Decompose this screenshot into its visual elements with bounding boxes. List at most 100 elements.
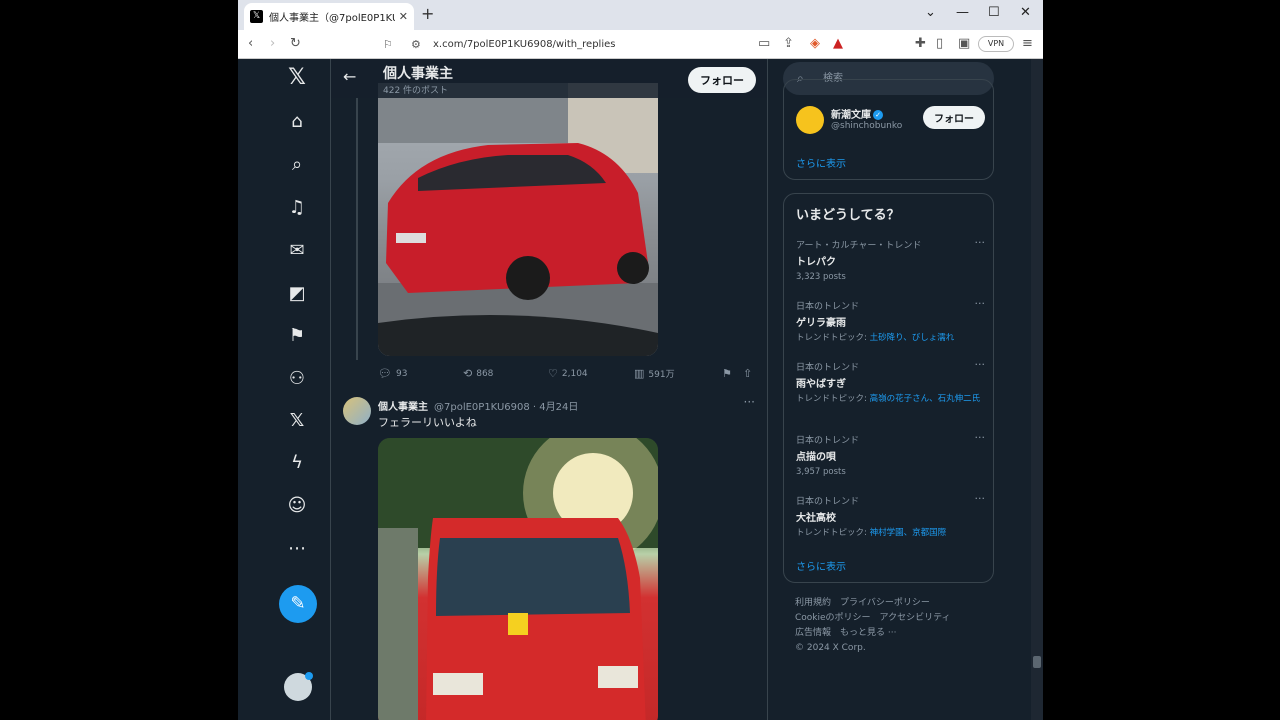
maximize-icon[interactable]: ☐ [988,5,1000,20]
trend-category: 日本のトレンド [796,302,860,312]
minimize-icon[interactable]: — [956,5,969,20]
views-chart-icon: ▥ [634,367,645,380]
search-icon[interactable]: ⌕ [286,154,308,176]
close-tab-icon[interactable]: ✕ [399,10,408,23]
cast-icon[interactable]: ▭ [758,36,770,51]
scrollbar-thumb[interactable] [1033,656,1041,668]
red-van-illustration [378,438,658,720]
communities-icon[interactable]: ⚇ [286,368,308,390]
extensions-icon[interactable]: ✚ [915,36,926,51]
post-count: 422 件のポスト [383,86,449,96]
trend-meta: トレンドトピック: 土砂降り、びしょ濡れ [796,332,985,344]
tweet-image-red-van[interactable] [378,438,658,720]
page-title: 個人事業主 [383,66,453,82]
trend-meta-label: トレンドトピック: [796,333,870,343]
who-to-follow-card: 新潮文庫 ✓ @shinchobunko フォロー さらに表示 [783,79,994,180]
show-more-link[interactable]: さらに表示 [796,155,846,170]
x-logo-icon[interactable]: 𝕏 [286,67,308,89]
avatar[interactable] [343,397,371,425]
browser-window: 𝕏 個人事業主（@7polE0P1KU69( ✕ + ⌄ — ☐ ✕ ‹ › ↻… [238,0,1043,720]
footer-line[interactable]: 利用規約 プライバシーポリシー [795,596,951,611]
trend-item[interactable]: 日本のトレンド ゲリラ豪雨 トレンドトピック: 土砂降り、びしょ濡れ ··· [796,297,986,344]
avatar[interactable] [284,672,313,701]
brave-shield-icon[interactable]: ◈ [810,36,820,51]
profile-icon[interactable]: ☺ [286,495,308,517]
trend-meta-label: トレンドトピック: [796,528,870,538]
bookmark-star-icon[interactable]: ⚐ [383,35,393,55]
trend-more-icon[interactable]: ··· [975,492,986,505]
tweet-image-red-suv[interactable] [378,83,658,356]
trend-more-icon[interactable]: ··· [975,431,986,444]
notification-dot [305,672,313,680]
trend-item[interactable]: アート・カルチャー・トレンド トレパク 3,323 posts ··· [796,236,986,283]
forward-nav-icon[interactable]: › [270,36,275,51]
tweet-author-name[interactable]: 個人事業主 [378,398,428,413]
avatar[interactable] [796,106,824,134]
browser-tab[interactable]: 𝕏 個人事業主（@7polE0P1KU69( ✕ [244,3,414,30]
mail-icon[interactable]: ✉ [286,240,308,262]
reload-icon[interactable]: ↻ [290,36,301,51]
trend-item[interactable]: 日本のトレンド 大社高校 トレンドトピック: 神村学園、京都国際 ··· [796,492,986,539]
trend-meta: 3,323 posts [796,272,846,282]
trend-more-icon[interactable]: ··· [975,236,986,249]
follow-button[interactable]: フォロー [923,106,985,129]
trend-more-icon[interactable]: ··· [975,358,986,371]
follow-button[interactable]: フォロー [688,67,756,93]
back-arrow-icon[interactable]: ← [343,67,356,86]
tweet-author-handle[interactable]: @7polE0P1KU6908 · 4月24日 [434,398,578,413]
trend-topics[interactable]: 神村学園、京都国際 [870,528,947,538]
trend-more-icon[interactable]: ··· [975,297,986,310]
share-tweet-button[interactable]: ⇧ [743,367,752,380]
more-options-icon[interactable]: ··· [744,395,755,409]
trend-item[interactable]: 日本のトレンド 点描の唄 3,957 posts ··· [796,431,986,478]
trend-topics[interactable]: 高嶺の花子さん、石丸伸二氏 [870,394,981,404]
share-icon[interactable]: ⇪ [783,36,794,51]
follow-suggestion[interactable]: 新潮文庫 ✓ @shinchobunko フォロー [784,98,995,148]
views-count: 591万 [648,370,675,380]
trend-name: 雨やばすぎ [796,379,846,390]
heart-icon: ♡ [548,367,558,380]
trend-name: 点描の唄 [796,452,836,463]
bell-icon[interactable]: ♫ [286,197,308,219]
tab-search-icon[interactable]: ⌄ [925,5,936,20]
trends-card: いまどうしてる？ アート・カルチャー・トレンド トレパク 3,323 posts… [783,193,994,583]
footer-line[interactable]: Cookieのポリシー アクセシビリティ [795,611,951,626]
show-more-link[interactable]: さらに表示 [796,558,846,573]
wallet-icon[interactable]: ▣ [958,36,970,51]
scrollbar[interactable] [1031,59,1043,720]
premium-icon[interactable]: 𝕏 [286,410,308,432]
trend-item[interactable]: 日本のトレンド 雨やばすぎ トレンドトピック: 高嶺の花子さん、石丸伸二氏 ··… [796,358,986,405]
compose-icon[interactable]: ✎ [279,585,317,623]
menu-icon[interactable]: ≡ [1022,36,1033,51]
bookmark-tweet-button[interactable]: ⚑ [722,367,732,380]
close-window-icon[interactable]: ✕ [1020,5,1031,20]
suggestion-name[interactable]: 新潮文庫 ✓ [831,106,883,121]
trend-topics[interactable]: 土砂降り、びしょ濡れ [870,333,955,343]
footer-line[interactable]: 広告情報 もっと見る ··· [795,626,951,641]
trend-name: ゲリラ豪雨 [796,318,846,329]
site-info-icon[interactable]: ⚙ [411,35,421,55]
lightning-icon[interactable]: ϟ [286,452,308,474]
trend-category: アート・カルチャー・トレンド [796,241,922,251]
reply-count: 93 [395,368,408,379]
sidebar-icon[interactable]: ▯ [936,36,943,51]
right-sidebar: ⌕ 検索 新潮文庫 ✓ @shinchobunko フォロー さらに表示 いまどう… [768,59,1043,720]
views-button[interactable]: ▥ 591万 [634,367,675,380]
like-button[interactable]: ♡ 2,104 [548,367,588,380]
retweet-button[interactable]: ⟲ 868 [463,367,493,380]
tab-strip: 𝕏 個人事業主（@7polE0P1KU69( ✕ + ⌄ — ☐ ✕ [238,0,1043,30]
browser-toolbar: ‹ › ↻ ⚐ ⚙ x.com/7polE0P1KU6908/with_repl… [238,30,1043,59]
brave-rewards-icon[interactable]: ▲ [833,36,843,51]
suggestion-handle: @shinchobunko [831,121,903,131]
vpn-button[interactable]: VPN [978,36,1014,52]
grok-icon[interactable]: ◩ [286,283,308,305]
verified-badge-icon: ✓ [873,110,883,120]
home-icon[interactable]: ⌂ [286,111,308,133]
bookmark-icon[interactable]: ⚑ [286,325,308,347]
tweet-text: フェラーリいいよね [378,416,477,429]
reply-button[interactable]: 💬︎ 93 [378,367,407,380]
left-navigation: 𝕏 ⌂ ⌕ ♫ ✉ ◩ ⚑ ⚇ 𝕏 ϟ ☺ ⋯ ✎ [238,59,331,720]
back-nav-icon[interactable]: ‹ [248,36,253,51]
new-tab-icon[interactable]: + [421,4,434,23]
more-icon[interactable]: ⋯ [286,538,308,560]
